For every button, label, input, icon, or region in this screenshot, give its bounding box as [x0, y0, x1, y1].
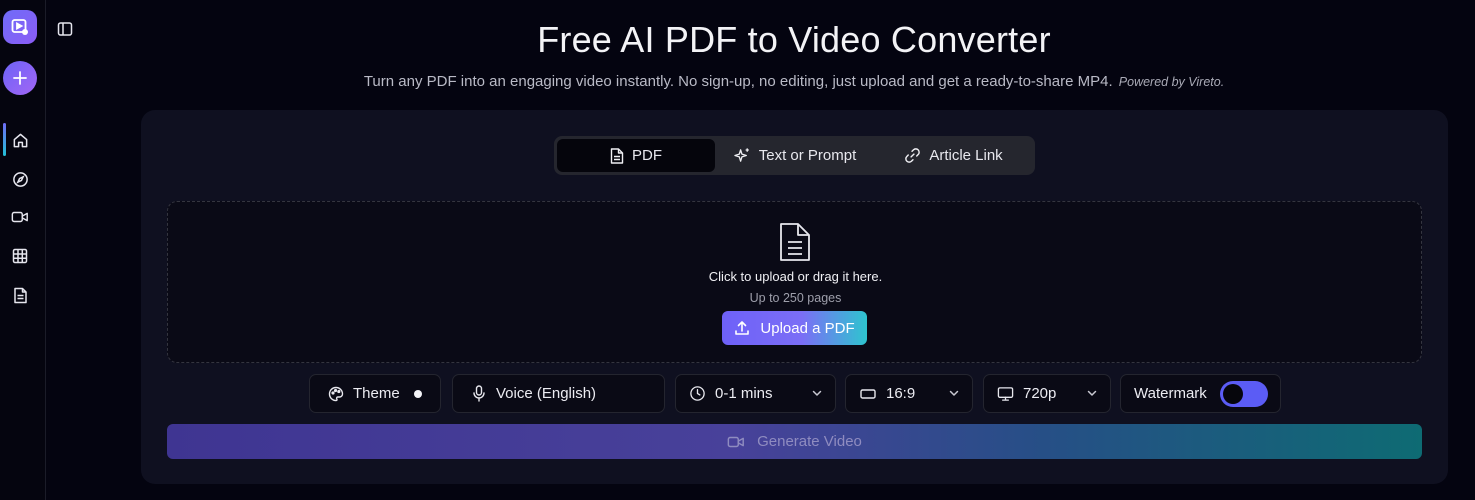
theme-color-dot [414, 390, 422, 398]
nav-home[interactable] [10, 130, 30, 150]
chevron-down-icon [811, 387, 823, 399]
tab-text-prompt-label: Text or Prompt [758, 147, 857, 164]
nav-documents[interactable] [10, 285, 30, 305]
sparkles-icon [734, 147, 751, 164]
duration-value: 0-1 mins [715, 385, 773, 402]
pdf-dropzone[interactable]: Click to upload or drag it here. Up to 2… [167, 201, 1422, 363]
generate-video-label: Generate Video [757, 433, 862, 450]
powered-by-text: Powered by Vireto. [1118, 75, 1225, 89]
page-subtitle: Turn any PDF into an engaging video inst… [0, 73, 1475, 90]
clock-icon [689, 385, 706, 402]
video-icon [11, 210, 29, 224]
dropzone-instructions: Click to upload or drag it here. [708, 269, 883, 284]
rectangle-icon [860, 388, 876, 400]
page-title: Free AI PDF to Video Converter [537, 19, 1051, 60]
theme-selector[interactable]: Theme [309, 374, 441, 413]
generate-video-button[interactable]: Generate Video [167, 424, 1422, 459]
theme-label: Theme [353, 385, 400, 402]
tab-pdf-label: PDF [632, 147, 662, 164]
nav-videos[interactable] [10, 207, 30, 227]
aspect-ratio-value: 16:9 [886, 385, 916, 402]
grid-icon [12, 248, 28, 264]
resolution-dropdown[interactable]: 720p [983, 374, 1111, 413]
subtitle-text: Turn any PDF into an engaging video inst… [363, 73, 1113, 90]
aspect-ratio-dropdown[interactable]: 16:9 [845, 374, 973, 413]
microphone-icon [472, 385, 486, 402]
duration-dropdown[interactable]: 0-1 mins [675, 374, 836, 413]
watermark-label: Watermark [1134, 385, 1207, 402]
nav-templates[interactable] [10, 246, 30, 266]
tab-article-link[interactable]: Article Link [875, 139, 1032, 172]
watermark-toggle[interactable] [1220, 381, 1268, 407]
link-icon [904, 147, 921, 164]
upload-pdf-label: Upload a PDF [760, 319, 855, 337]
tab-text-prompt[interactable]: Text or Prompt [715, 139, 875, 172]
upload-pdf-button[interactable]: Upload a PDF [722, 311, 867, 345]
palette-icon [328, 386, 344, 402]
upload-icon [734, 320, 750, 336]
file-icon [610, 147, 624, 164]
tab-pdf[interactable]: PDF [557, 139, 715, 172]
voice-selector[interactable]: Voice (English) [452, 374, 665, 413]
dropzone-limit: Up to 250 pages [749, 291, 842, 305]
toggle-knob [1223, 384, 1243, 404]
input-type-tabs: PDF Text or Prompt Article Link [554, 136, 1035, 175]
active-nav-indicator [3, 123, 6, 156]
compass-icon [12, 171, 29, 188]
chevron-down-icon [948, 387, 960, 399]
nav-explore[interactable] [10, 169, 30, 189]
resolution-value: 720p [1023, 385, 1057, 402]
document-icon [13, 287, 28, 304]
video-icon [727, 435, 745, 449]
home-icon [12, 132, 29, 149]
pdf-file-icon [778, 222, 812, 262]
voice-label: Voice (English) [496, 385, 597, 402]
watermark-option: Watermark [1120, 374, 1281, 413]
tab-article-link-label: Article Link [929, 147, 1003, 164]
monitor-icon [997, 386, 1014, 402]
chevron-down-icon [1086, 387, 1098, 399]
